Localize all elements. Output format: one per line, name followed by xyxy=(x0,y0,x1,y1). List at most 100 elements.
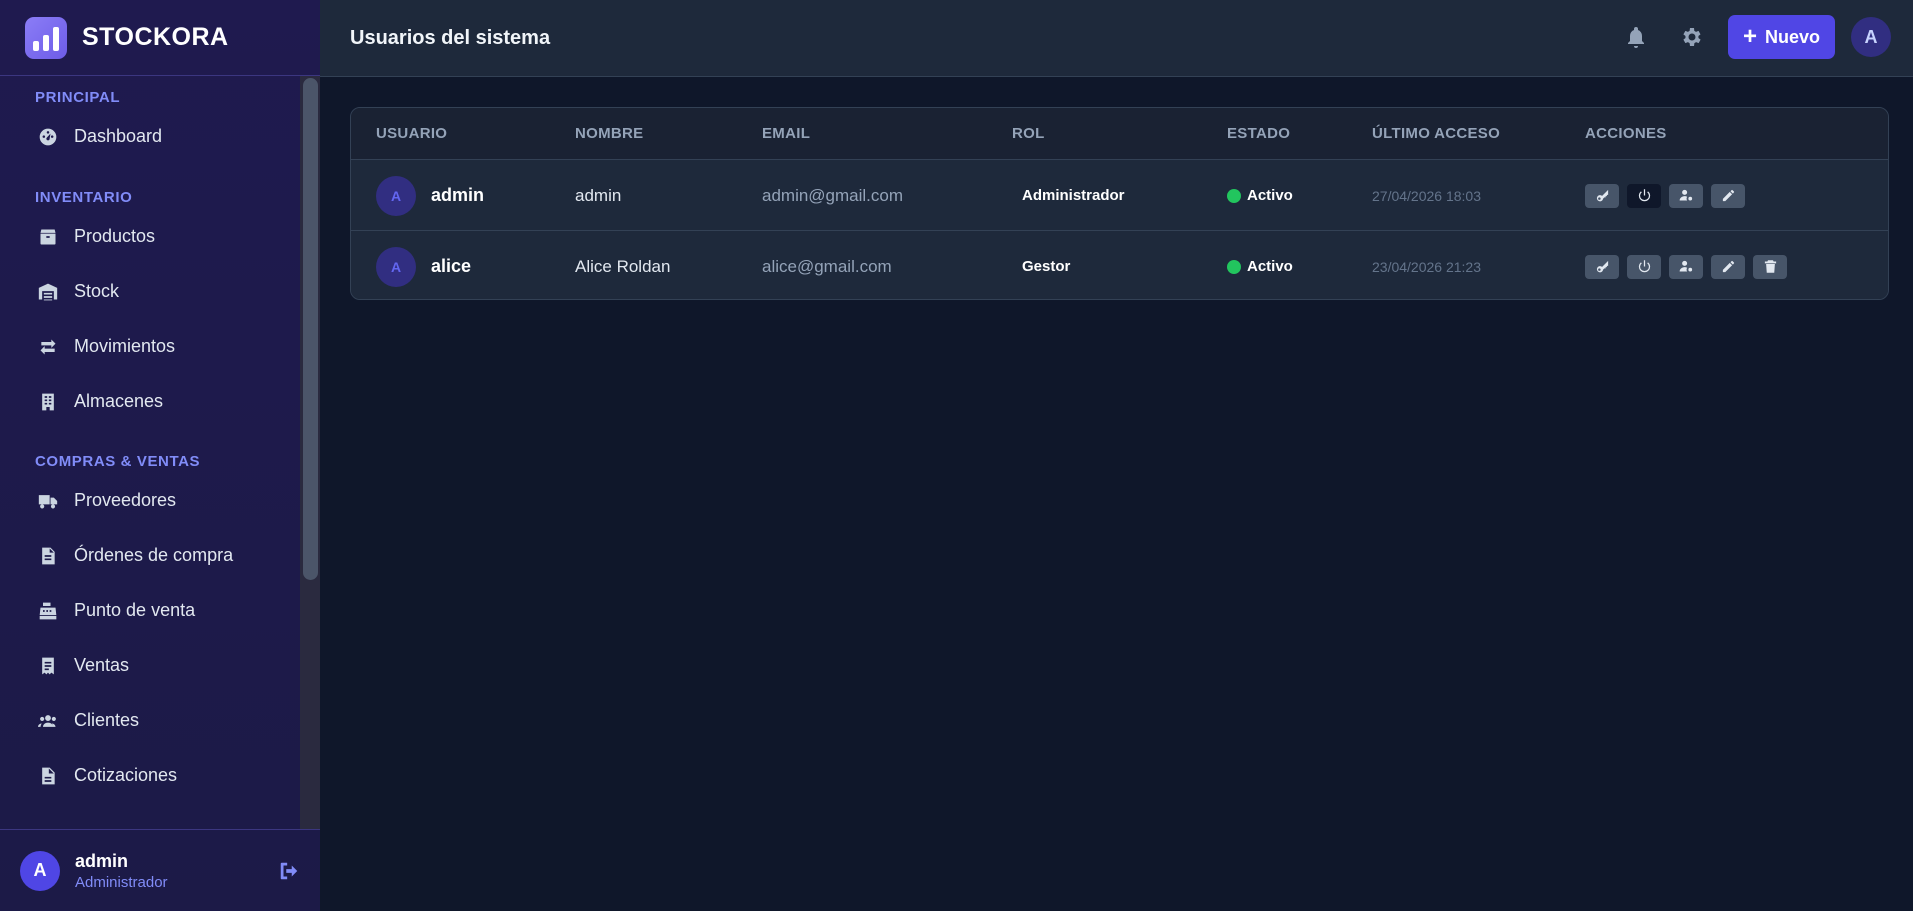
sidebar-item-label: Ventas xyxy=(74,655,130,675)
status-badge: Activo xyxy=(1227,231,1293,299)
sidebar-item-label: Movimientos xyxy=(74,336,176,356)
user-role: Gestor xyxy=(1022,258,1071,275)
pencil-icon xyxy=(1722,260,1734,273)
new-button-label: Nuevo xyxy=(1765,26,1821,47)
column-acciones: ACCIONES xyxy=(1585,125,1667,142)
user-gear-icon xyxy=(1679,189,1692,201)
toggle-status-button[interactable] xyxy=(1627,254,1661,279)
bar-chart-logo-icon xyxy=(25,16,67,59)
row-actions xyxy=(1585,183,1745,208)
sidebar-item-label: Stock xyxy=(74,281,120,301)
sidebar-item-clientes[interactable]: Clientes xyxy=(0,693,300,748)
last-access: 23/04/2026 21:23 xyxy=(1372,258,1481,275)
truck-icon xyxy=(36,489,60,513)
status-dot-icon xyxy=(1227,188,1241,203)
key-icon xyxy=(1596,189,1608,202)
row-actions xyxy=(1585,254,1787,279)
top-header: Usuarios del sistema + Nuevo A xyxy=(320,0,1913,77)
users-table: USUARIO NOMBRE EMAIL ROL ESTADO ÚLTIMO A… xyxy=(350,107,1889,300)
user-role: Administrador xyxy=(75,873,168,891)
trash-icon xyxy=(1764,260,1776,273)
sidebar-item-label: Dashboard xyxy=(74,126,163,146)
edit-button[interactable] xyxy=(1711,254,1745,279)
sidebar-item-ordenes-compra[interactable]: Órdenes de compra xyxy=(0,528,300,583)
sidebar-item-cotizaciones[interactable]: Cotizaciones xyxy=(0,748,300,803)
sidebar-item-productos[interactable]: Productos xyxy=(0,209,300,264)
sidebar-item-label: Punto de venta xyxy=(74,600,196,620)
cash-register-icon xyxy=(36,599,60,623)
last-access: 27/04/2026 18:03 xyxy=(1372,187,1481,204)
file-invoice-icon xyxy=(36,544,60,568)
section-compras-ventas: COMPRAS & VENTAS xyxy=(35,453,201,470)
column-email[interactable]: EMAIL xyxy=(762,125,810,142)
logout-icon[interactable] xyxy=(278,860,302,884)
sidebar-item-label: Órdenes de compra xyxy=(74,545,234,565)
user-fullname: admin xyxy=(575,185,622,205)
sidebar-item-dashboard[interactable]: Dashboard xyxy=(0,109,300,164)
user-name: admin xyxy=(75,850,129,871)
avatar: A xyxy=(376,175,416,216)
sidebar-item-label: Almacenes xyxy=(74,391,164,411)
power-icon xyxy=(1638,189,1650,202)
avatar[interactable]: A xyxy=(1851,17,1891,57)
column-usuario[interactable]: USUARIO xyxy=(376,125,447,142)
brand-name: STOCKORA xyxy=(82,23,229,51)
receipt-icon xyxy=(36,654,60,678)
box-icon xyxy=(36,225,60,249)
sidebar-item-label: Proveedores xyxy=(74,490,177,510)
user-fullname: Alice Roldan xyxy=(575,256,671,276)
sidebar-item-label: Cotizaciones xyxy=(74,765,178,785)
sidebar-item-label: Clientes xyxy=(74,710,140,730)
reset-password-button[interactable] xyxy=(1585,254,1619,279)
avatar: A xyxy=(376,246,416,287)
gauge-icon xyxy=(36,125,60,149)
section-principal: PRINCIPAL xyxy=(35,89,121,106)
sidebar-nav: PRINCIPAL Dashboard INVENTARIO Productos… xyxy=(0,77,300,829)
user-gear-icon xyxy=(1679,260,1692,272)
sidebar-item-proveedores[interactable]: Proveedores xyxy=(0,473,300,528)
column-rol[interactable]: ROL xyxy=(1012,125,1045,142)
plus-icon: + xyxy=(1742,23,1757,50)
sidebar-scrollbar[interactable] xyxy=(300,76,320,829)
status-dot-icon xyxy=(1227,259,1241,274)
pencil-icon xyxy=(1722,189,1734,202)
brand[interactable]: STOCKORA xyxy=(0,0,320,76)
status-label: Activo xyxy=(1247,187,1293,204)
user-role: Administrador xyxy=(1022,187,1125,204)
status-label: Activo xyxy=(1247,258,1293,275)
toggle-status-button[interactable] xyxy=(1627,183,1661,208)
delete-button[interactable] xyxy=(1753,254,1787,279)
page-title: Usuarios del sistema xyxy=(350,26,551,49)
building-icon xyxy=(36,390,60,414)
sidebar-item-label: Productos xyxy=(74,226,156,246)
edit-button[interactable] xyxy=(1711,183,1745,208)
user-permissions-button[interactable] xyxy=(1669,254,1703,279)
power-icon xyxy=(1638,260,1650,273)
user-email: alice@gmail.com xyxy=(762,256,892,276)
sidebar-item-ventas[interactable]: Ventas xyxy=(0,638,300,693)
avatar[interactable]: A xyxy=(20,850,60,891)
reset-password-button[interactable] xyxy=(1585,183,1619,208)
user-email: admin@gmail.com xyxy=(762,185,904,205)
bell-icon[interactable] xyxy=(1622,23,1650,51)
column-nombre[interactable]: NOMBRE xyxy=(575,125,643,142)
gear-icon[interactable] xyxy=(1677,23,1705,51)
column-estado[interactable]: ESTADO xyxy=(1227,125,1290,142)
user-permissions-button[interactable] xyxy=(1669,183,1703,208)
table-row[interactable]: A alice Alice Roldan alice@gmail.com Ges… xyxy=(351,230,1888,299)
document-icon xyxy=(36,764,60,788)
users-icon xyxy=(36,709,60,733)
new-button[interactable]: + Nuevo xyxy=(1728,15,1835,59)
warehouse-icon xyxy=(36,280,60,304)
user-username: alice xyxy=(431,256,472,276)
sidebar-item-almacenes[interactable]: Almacenes xyxy=(0,374,300,429)
sidebar-item-stock[interactable]: Stock xyxy=(0,264,300,319)
sidebar-item-movimientos[interactable]: Movimientos xyxy=(0,319,300,374)
column-ultimo-acceso[interactable]: ÚLTIMO ACCESO xyxy=(1372,125,1500,142)
scrollbar-thumb[interactable] xyxy=(303,78,318,580)
sidebar-item-punto-venta[interactable]: Punto de venta xyxy=(0,583,300,638)
key-icon xyxy=(1596,260,1608,273)
table-row[interactable]: A admin admin admin@gmail.com Administra… xyxy=(351,159,1888,230)
arrows-exchange-icon xyxy=(36,335,60,359)
sidebar-user-footer: A admin Administrador xyxy=(0,829,320,911)
